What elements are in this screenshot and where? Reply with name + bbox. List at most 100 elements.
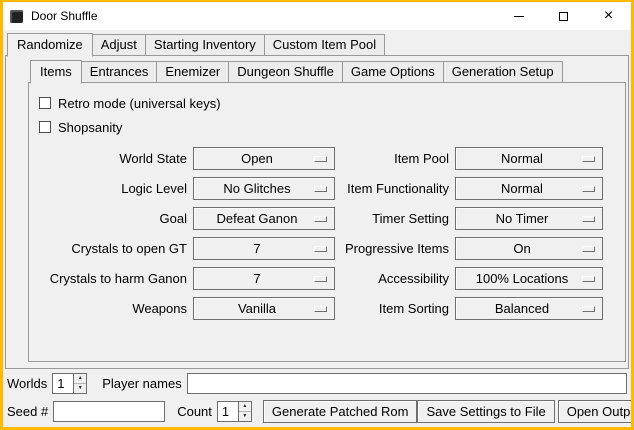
tab-entrances[interactable]: Entrances	[81, 61, 158, 83]
seed-input[interactable]	[53, 401, 165, 422]
tab-game-options[interactable]: Game Options	[342, 61, 444, 83]
title-bar: Door Shuffle ×	[3, 2, 631, 30]
player-names-label: Player names	[102, 376, 181, 391]
weapons-dropdown[interactable]: Vanilla	[193, 297, 335, 320]
tab-enemizer[interactable]: Enemizer	[156, 61, 229, 83]
dropdown-indicator-icon	[582, 186, 595, 192]
timer-setting-value: No Timer	[496, 211, 563, 226]
worlds-spinner-arrows: ▲ ▼	[73, 374, 86, 393]
goal-value: Defeat Ganon	[217, 211, 312, 226]
minimize-button[interactable]	[496, 2, 541, 30]
crystals-open-gt-label: Crystals to open GT	[37, 237, 187, 260]
item-functionality-value: Normal	[501, 181, 557, 196]
dropdown-indicator-icon	[582, 156, 595, 162]
window-controls: ×	[496, 2, 631, 30]
shopsanity-label: Shopsanity	[58, 120, 122, 135]
item-pool-label: Item Pool	[341, 147, 449, 170]
item-functionality-label: Item Functionality	[341, 177, 449, 200]
item-sorting-dropdown[interactable]: Balanced	[455, 297, 603, 320]
count-label: Count	[177, 404, 212, 419]
tab-custom-item-pool[interactable]: Custom Item Pool	[264, 34, 385, 56]
logic-level-value: No Glitches	[223, 181, 304, 196]
accessibility-dropdown[interactable]: 100% Locations	[455, 267, 603, 290]
bottom-bar: Worlds 1 ▲ ▼ Player names Seed # Count 1…	[3, 369, 631, 427]
dropdown-indicator-icon	[582, 306, 595, 312]
retro-mode-checkbox[interactable]	[39, 97, 51, 109]
randomize-panel: Items Entrances Enemizer Dungeon Shuffle…	[5, 55, 629, 369]
close-button[interactable]: ×	[586, 2, 631, 30]
tab-generation-setup[interactable]: Generation Setup	[443, 61, 563, 83]
generate-patched-rom-button[interactable]: Generate Patched Rom	[263, 400, 418, 423]
tab-items[interactable]: Items	[30, 60, 82, 84]
window-title: Door Shuffle	[31, 9, 98, 23]
world-state-dropdown[interactable]: Open	[193, 147, 335, 170]
logic-level-dropdown[interactable]: No Glitches	[193, 177, 335, 200]
items-panel: Retro mode (universal keys) Shopsanity W…	[28, 82, 626, 362]
worlds-spinner[interactable]: 1 ▲ ▼	[52, 373, 87, 394]
goal-label: Goal	[37, 207, 187, 230]
minimize-icon	[514, 16, 524, 17]
app-window: Door Shuffle × Randomize Adjust Starting…	[0, 0, 634, 430]
seed-row: Seed # Count 1 ▲ ▼ Generate Patched Rom …	[7, 400, 627, 423]
dropdown-indicator-icon	[582, 276, 595, 282]
worlds-label: Worlds	[7, 376, 47, 391]
save-settings-button[interactable]: Save Settings to File	[417, 400, 554, 423]
tab-adjust[interactable]: Adjust	[92, 34, 146, 56]
progressive-items-label: Progressive Items	[341, 237, 449, 260]
maximize-icon	[559, 12, 568, 21]
count-spinner[interactable]: 1 ▲ ▼	[217, 401, 252, 422]
spin-down-button[interactable]: ▼	[74, 383, 86, 393]
goal-dropdown[interactable]: Defeat Ganon	[193, 207, 335, 230]
item-sorting-value: Balanced	[495, 301, 563, 316]
dropdown-indicator-icon	[314, 186, 327, 192]
retro-mode-checkbox-row[interactable]: Retro mode (universal keys)	[39, 91, 617, 115]
count-value: 1	[218, 402, 238, 421]
count-spinner-arrows: ▲ ▼	[238, 402, 251, 421]
crystals-harm-ganon-dropdown[interactable]: 7	[193, 267, 335, 290]
spin-down-button[interactable]: ▼	[239, 411, 251, 421]
dropdown-indicator-icon	[314, 156, 327, 162]
crystals-open-gt-value: 7	[253, 241, 274, 256]
player-names-input[interactable]	[187, 373, 627, 394]
worlds-value: 1	[53, 374, 73, 393]
outer-tab-bar: Randomize Adjust Starting Inventory Cust…	[3, 30, 631, 56]
open-output-directory-button[interactable]: Open Output Directory	[558, 400, 634, 423]
dropdown-indicator-icon	[314, 306, 327, 312]
dropdown-indicator-icon	[314, 276, 327, 282]
app-icon	[10, 10, 23, 23]
dropdown-indicator-icon	[314, 246, 327, 252]
shopsanity-checkbox[interactable]	[39, 121, 51, 133]
maximize-button[interactable]	[541, 2, 586, 30]
world-state-value: Open	[241, 151, 287, 166]
weapons-label: Weapons	[37, 297, 187, 320]
worlds-row: Worlds 1 ▲ ▼ Player names	[7, 372, 627, 395]
timer-setting-label: Timer Setting	[341, 207, 449, 230]
inner-tab-bar: Items Entrances Enemizer Dungeon Shuffle…	[6, 58, 628, 83]
dropdown-indicator-icon	[582, 246, 595, 252]
shopsanity-checkbox-row[interactable]: Shopsanity	[39, 115, 617, 139]
crystals-harm-ganon-label: Crystals to harm Ganon	[37, 267, 187, 290]
item-pool-value: Normal	[501, 151, 557, 166]
tab-starting-inventory[interactable]: Starting Inventory	[145, 34, 265, 56]
tab-randomize[interactable]: Randomize	[7, 33, 93, 57]
logic-level-label: Logic Level	[37, 177, 187, 200]
timer-setting-dropdown[interactable]: No Timer	[455, 207, 603, 230]
spin-up-button[interactable]: ▲	[74, 374, 86, 383]
spin-up-button[interactable]: ▲	[239, 402, 251, 411]
dropdown-indicator-icon	[314, 216, 327, 222]
close-icon: ×	[604, 8, 613, 24]
accessibility-label: Accessibility	[341, 267, 449, 290]
crystals-open-gt-dropdown[interactable]: 7	[193, 237, 335, 260]
tab-dungeon-shuffle[interactable]: Dungeon Shuffle	[228, 61, 343, 83]
item-pool-dropdown[interactable]: Normal	[455, 147, 603, 170]
dropdown-indicator-icon	[582, 216, 595, 222]
retro-mode-label: Retro mode (universal keys)	[58, 96, 221, 111]
progressive-items-value: On	[513, 241, 544, 256]
world-state-label: World State	[37, 147, 187, 170]
item-functionality-dropdown[interactable]: Normal	[455, 177, 603, 200]
weapons-value: Vanilla	[238, 301, 290, 316]
progressive-items-dropdown[interactable]: On	[455, 237, 603, 260]
settings-grid: World State Open Item Pool Normal Logic …	[37, 147, 617, 320]
seed-label: Seed #	[7, 404, 48, 419]
item-sorting-label: Item Sorting	[341, 297, 449, 320]
